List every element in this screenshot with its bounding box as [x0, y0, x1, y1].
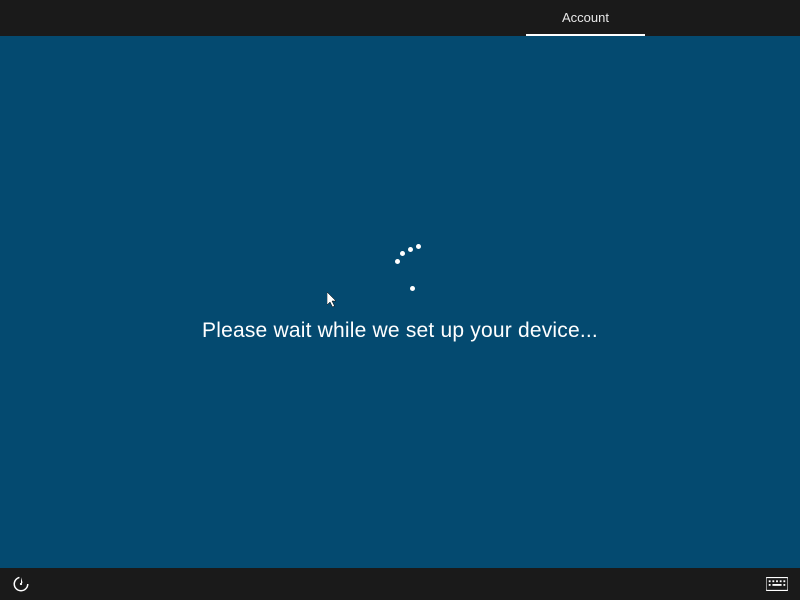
loading-spinner-icon [386, 241, 434, 289]
top-bar: Account [0, 0, 800, 36]
main-content: Please wait while we set up your device.… [0, 36, 800, 568]
keyboard-icon[interactable] [766, 577, 788, 591]
bottom-bar [0, 568, 800, 600]
ease-of-access-icon[interactable] [12, 575, 30, 593]
status-message: Please wait while we set up your device.… [202, 319, 598, 343]
mouse-cursor-icon [327, 292, 339, 310]
tab-account[interactable]: Account [526, 0, 645, 36]
tab-label: Account [562, 10, 609, 25]
